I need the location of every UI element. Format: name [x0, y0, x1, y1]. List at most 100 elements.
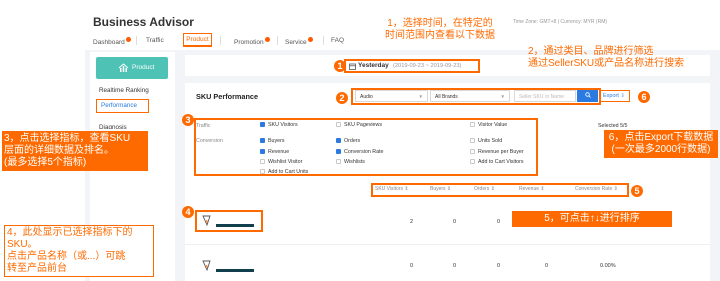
- annotation-2-text: 2，通过类目、品牌进行筛选 通过SellerSKU或产品名称进行搜索: [528, 46, 718, 70]
- annotation-6-text: 6，点击Export下载数据 (一次最多2000行数据): [604, 130, 718, 158]
- column-orders[interactable]: Orders ⇕: [474, 186, 495, 192]
- sidebar-header-product[interactable]: Product: [96, 57, 168, 79]
- metric-sku-pageviews[interactable]: SKU Pageviews: [336, 122, 382, 128]
- category-value: Audio: [360, 94, 373, 100]
- date-picker[interactable]: Yesterday (2019-09-23 ~ 2019-09-23): [344, 59, 480, 73]
- checkbox-checked: [336, 138, 341, 143]
- column-label: Conversion Rate: [575, 186, 613, 192]
- metric-revenue-per-buyer[interactable]: Revenue per Buyer: [470, 149, 524, 155]
- column-label: Revenue: [519, 186, 540, 192]
- annotation-line: 时间范围内查看以下数据: [385, 30, 495, 41]
- product-thumbnail[interactable]: [201, 214, 213, 227]
- export-button[interactable]: Export ⇩: [600, 90, 630, 102]
- product-name-link[interactable]: [216, 269, 254, 272]
- metric-label: Add to Cart Visitors: [478, 159, 524, 165]
- annotation-line: 转至产品前台: [7, 263, 67, 274]
- timezone-info: Time Zone: GMT+8 | Currency: MYR (RM): [513, 19, 608, 25]
- checkbox-checked: [260, 149, 265, 154]
- product-thumbnail[interactable]: [201, 259, 213, 272]
- checkbox: [336, 159, 341, 164]
- cell-conversion-rate: 0.00%: [600, 263, 616, 269]
- metric-orders[interactable]: Orders: [336, 138, 360, 144]
- sidebar-item-diagnosis[interactable]: Diagnosis: [99, 124, 127, 129]
- metric-label: Wishlist Visitor: [268, 159, 303, 165]
- category-select[interactable]: Audio ▼: [355, 90, 428, 102]
- checkbox: [470, 138, 475, 143]
- checkbox: [470, 149, 475, 154]
- nav-promotion[interactable]: Promotion: [234, 37, 270, 46]
- metric-visitor-value[interactable]: Visitor Value: [470, 122, 507, 128]
- column-buyers[interactable]: Buyers ⇕: [430, 186, 451, 192]
- annotation-3-text: 3，点击选择指标，查看SKU 层面的详细数据及排名。 (最多选择5个指标): [2, 131, 148, 171]
- sort-icon: ⇕: [540, 186, 545, 192]
- checkbox: [260, 169, 265, 174]
- annotation-line: (一次最多2000行数据): [611, 144, 711, 155]
- sku-performance-panel: [185, 83, 710, 281]
- sort-icon: ⇕: [404, 186, 409, 192]
- checkbox: [470, 159, 475, 164]
- search-button[interactable]: [577, 90, 598, 102]
- chevron-down-icon: ▼: [418, 94, 423, 99]
- search-input[interactable]: Seller SKU or Name: [514, 90, 576, 102]
- search-placeholder: Seller SKU or Name: [519, 94, 565, 100]
- sort-icon: ⇕: [446, 186, 452, 192]
- metric-wishlists[interactable]: Wishlists: [336, 159, 365, 165]
- column-sku-visitors[interactable]: SKU Visitors ⇕: [375, 186, 409, 192]
- annotation-line: 3，点击选择指标，查看SKU: [4, 133, 131, 144]
- checkbox-checked: [260, 122, 265, 127]
- product-name-link[interactable]: [216, 224, 254, 227]
- metric-wishlist-visitor[interactable]: Wishlist Visitor: [260, 159, 302, 165]
- notification-dot: [307, 37, 313, 42]
- sidebar-item-performance[interactable]: Performance: [96, 99, 149, 113]
- nav-faq[interactable]: FAQ: [331, 37, 344, 44]
- traffic-label: Traffic: [196, 123, 211, 129]
- nav-divider: [220, 36, 221, 45]
- product-image-icon: [202, 215, 211, 227]
- bar-chart-icon: [118, 63, 129, 72]
- sku-performance-title: SKU Performance: [196, 92, 259, 101]
- metric-add-to-cart-visitors[interactable]: Add to Cart Visitors: [470, 159, 524, 165]
- metric-label: Add to Cart Units: [268, 169, 309, 175]
- cell-buyers: 0: [453, 263, 457, 269]
- metric-units-sold[interactable]: Units Sold: [470, 138, 502, 144]
- column-label: Orders: [474, 186, 490, 192]
- annotation-line: SKU。: [7, 239, 38, 250]
- nav-service[interactable]: Service: [285, 37, 313, 46]
- export-label: Export: [603, 93, 619, 99]
- nav-traffic[interactable]: Traffic: [146, 37, 164, 44]
- annotation-badge-6: 6: [638, 91, 650, 103]
- chevron-down-icon: ▼: [500, 94, 505, 99]
- product-image-icon: [202, 260, 211, 272]
- calendar-icon: [349, 63, 356, 70]
- annotation-badge-4: 4: [182, 206, 194, 218]
- brand-select[interactable]: All Brands ▼: [430, 90, 510, 102]
- checkbox: [470, 122, 475, 127]
- metric-revenue[interactable]: Revenue: [260, 149, 289, 155]
- nav-dashboard[interactable]: Dashboard: [93, 37, 131, 46]
- search-icon: [584, 91, 591, 98]
- column-revenue[interactable]: Revenue ⇕: [519, 186, 545, 192]
- selected-count: Selected 5/5: [598, 123, 628, 129]
- nav-product[interactable]: Product: [183, 33, 212, 47]
- sort-icon: ⇕: [613, 186, 618, 192]
- metric-label: Orders: [344, 138, 361, 144]
- date-label: Yesterday: [358, 62, 389, 69]
- metric-label: Units Sold: [478, 138, 503, 144]
- column-conversion-rate[interactable]: Conversion Rate ⇕: [575, 186, 618, 192]
- metric-add-to-cart-units[interactable]: Add to Cart Units: [260, 169, 308, 175]
- annotation-badge-2: 2: [336, 92, 348, 104]
- cell-buyers: 0: [453, 219, 457, 225]
- checkbox: [260, 159, 265, 164]
- app-title: Business Advisor: [93, 15, 194, 29]
- metric-buyers[interactable]: Buyers: [260, 138, 285, 144]
- annotation-4-text: 4，此处显示已选择指标下的 SKU。 点击产品名称（或...）可跳 转至产品前台: [4, 225, 154, 277]
- column-label: Buyers: [430, 186, 446, 192]
- metric-label: Revenue: [268, 149, 290, 155]
- annotation-badge-1: 1: [334, 60, 346, 72]
- metric-label: Buyers: [268, 138, 285, 144]
- metric-sku-visitors[interactable]: SKU Visitors: [260, 122, 298, 128]
- sidebar-item-realtime-ranking[interactable]: Realtime Ranking: [99, 87, 149, 94]
- metric-conversion-rate[interactable]: Conversion Rate: [336, 149, 383, 155]
- cell-revenue: 0: [545, 263, 549, 269]
- nav-divider: [323, 36, 324, 45]
